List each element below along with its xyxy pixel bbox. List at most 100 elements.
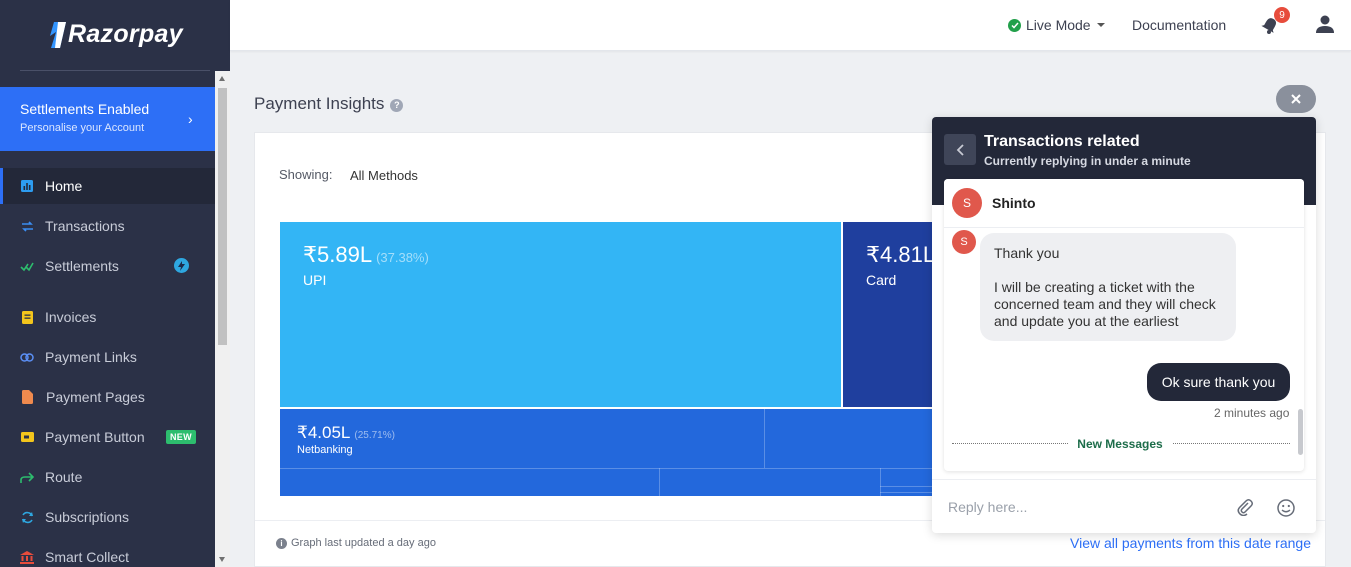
sidebar-item-label: Subscriptions — [45, 509, 130, 525]
chat-reply-input[interactable] — [948, 495, 1218, 519]
sidebar-item-home[interactable]: Home — [0, 168, 215, 204]
page-icon — [20, 390, 34, 404]
user-icon[interactable] — [1315, 14, 1335, 34]
sidebar-item-payment-pages[interactable]: Payment Pages — [0, 379, 215, 415]
new-messages-label: New Messages — [1068, 437, 1172, 451]
method-filter-select[interactable]: All Methods — [350, 168, 418, 183]
message-text: and update you at the earliest — [994, 313, 1179, 329]
message-text: concerned team and they will check — [994, 296, 1216, 312]
sidebar-item-invoices[interactable]: Invoices — [0, 299, 215, 335]
sidebar-item-label: Smart Collect — [45, 549, 130, 565]
tile-amount: ₹4.81L — [866, 242, 936, 267]
chat-title: Transactions related — [984, 133, 1140, 150]
tile-divider — [280, 468, 933, 469]
sidebar-item-label: Transactions — [45, 218, 125, 234]
settlements-banner[interactable]: Settlements Enabled Personalise your Acc… — [0, 87, 215, 151]
paperclip-icon[interactable] — [1236, 498, 1254, 516]
tile-label: UPI — [303, 272, 327, 288]
tile-amount: ₹5.89L (37.38%) — [303, 242, 429, 267]
brand-name: Razorpay — [68, 20, 183, 48]
treemap-tile-upi[interactable]: ₹5.89L (37.38%) UPI — [280, 222, 841, 407]
chat-back-button[interactable] — [944, 134, 976, 165]
bank-icon — [20, 550, 34, 564]
agent-name: Shinto — [992, 195, 1036, 211]
treemap-tile-netbanking[interactable]: ₹4.05L (25.71%) Netbanking — [280, 409, 933, 496]
close-icon — [1291, 94, 1301, 104]
tile-percent: (37.38%) — [376, 250, 429, 265]
sidebar-scrollbar[interactable] — [215, 71, 230, 567]
sidebar-item-payment-button[interactable]: Payment Button NEW — [0, 419, 215, 455]
caret-down-icon — [1096, 23, 1105, 27]
message-text: I will be creating a ticket with the — [994, 279, 1195, 295]
chat-scrollbar[interactable] — [1298, 409, 1303, 455]
agent-message-bubble: Thank you I will be creating a ticket wi… — [980, 233, 1236, 341]
check-circle-icon — [1008, 18, 1021, 32]
check-icon — [20, 259, 34, 273]
sidebar-item-payment-links[interactable]: Payment Links — [0, 339, 215, 375]
help-icon[interactable]: ? — [390, 98, 404, 112]
route-icon — [20, 470, 34, 484]
view-all-payments-link[interactable]: View all payments from this date range — [1070, 535, 1311, 551]
scroll-up-icon[interactable] — [219, 76, 225, 81]
graph-updated-note: i Graph last updated a day ago — [276, 537, 436, 549]
scrollbar-thumb[interactable] — [218, 88, 227, 345]
sidebar-item-settlements[interactable]: Settlements — [0, 248, 215, 284]
sidebar-item-label: Payment Links — [45, 349, 137, 365]
sidebar-item-label: Home — [45, 178, 83, 194]
sidebar: Razorpay Settlements Enabled Personalise… — [0, 0, 230, 567]
link-icon — [20, 350, 34, 364]
tile-divider — [764, 409, 765, 468]
sidebar-item-label: Payment Button — [45, 429, 145, 445]
chat-subtitle: Currently replying in under a minute — [984, 154, 1191, 168]
tile-divider — [880, 486, 933, 487]
top-bar: Live Mode Documentation 9 — [230, 0, 1351, 51]
button-icon — [20, 430, 34, 444]
settlements-banner-title: Settlements Enabled — [20, 101, 150, 117]
sidebar-item-label: Settlements — [45, 258, 119, 274]
treemap-tile-card[interactable]: ₹4.81L Card — [843, 222, 936, 407]
agent-bar: S Shinto — [944, 179, 1304, 228]
page-title: Payment Insights ? — [254, 94, 404, 114]
sidebar-item-label: Invoices — [45, 309, 97, 325]
tile-amount: ₹4.05L (25.71%) — [297, 423, 395, 442]
tile-label: Netbanking — [297, 444, 353, 456]
user-message-bubble: Ok sure thank you — [1147, 363, 1290, 401]
message-text: Thank you — [994, 245, 1060, 261]
tile-divider — [880, 492, 933, 493]
bolt-icon — [174, 258, 189, 273]
chevron-right-icon: › — [188, 111, 193, 127]
razorpay-logo-icon — [50, 21, 66, 48]
info-icon: i — [276, 537, 287, 549]
razorpay-logo[interactable]: Razorpay — [48, 20, 183, 49]
chat-widget: Transactions related Currently replying … — [932, 117, 1316, 533]
avatar: S — [952, 188, 982, 218]
sidebar-item-smart-collect[interactable]: Smart Collect — [0, 539, 215, 567]
avatar: S — [952, 230, 976, 254]
new-badge: NEW — [166, 430, 196, 444]
sidebar-item-subscriptions[interactable]: Subscriptions — [0, 499, 215, 535]
invoice-icon — [20, 310, 34, 324]
tile-percent: (25.71%) — [354, 430, 395, 441]
sidebar-item-label: Payment Pages — [46, 389, 145, 405]
message-timestamp: 2 minutes ago — [1214, 406, 1290, 420]
scroll-down-icon[interactable] — [219, 557, 225, 562]
settlements-banner-subtitle: Personalise your Account — [20, 122, 145, 134]
divider — [932, 479, 1316, 480]
notification-count-badge: 9 — [1274, 7, 1290, 23]
showing-label: Showing: — [279, 167, 333, 182]
chart-icon — [20, 179, 34, 193]
chat-conversation[interactable]: S Shinto S Thank you I will be creating … — [944, 179, 1304, 471]
live-mode-label: Live Mode — [1026, 17, 1091, 33]
chat-close-button[interactable] — [1276, 85, 1316, 113]
sidebar-item-route[interactable]: Route — [0, 459, 215, 495]
graph-updated-text: Graph last updated a day ago — [291, 537, 436, 549]
transfer-icon — [20, 219, 34, 233]
sidebar-item-transactions[interactable]: Transactions — [0, 208, 215, 244]
emoji-icon[interactable] — [1276, 498, 1296, 518]
chevron-left-icon — [956, 143, 964, 156]
live-mode-dropdown[interactable]: Live Mode — [1008, 17, 1105, 33]
documentation-link[interactable]: Documentation — [1132, 17, 1226, 33]
divider — [20, 70, 210, 71]
page-title-text: Payment Insights — [254, 94, 385, 113]
tile-label: Card — [866, 272, 897, 288]
